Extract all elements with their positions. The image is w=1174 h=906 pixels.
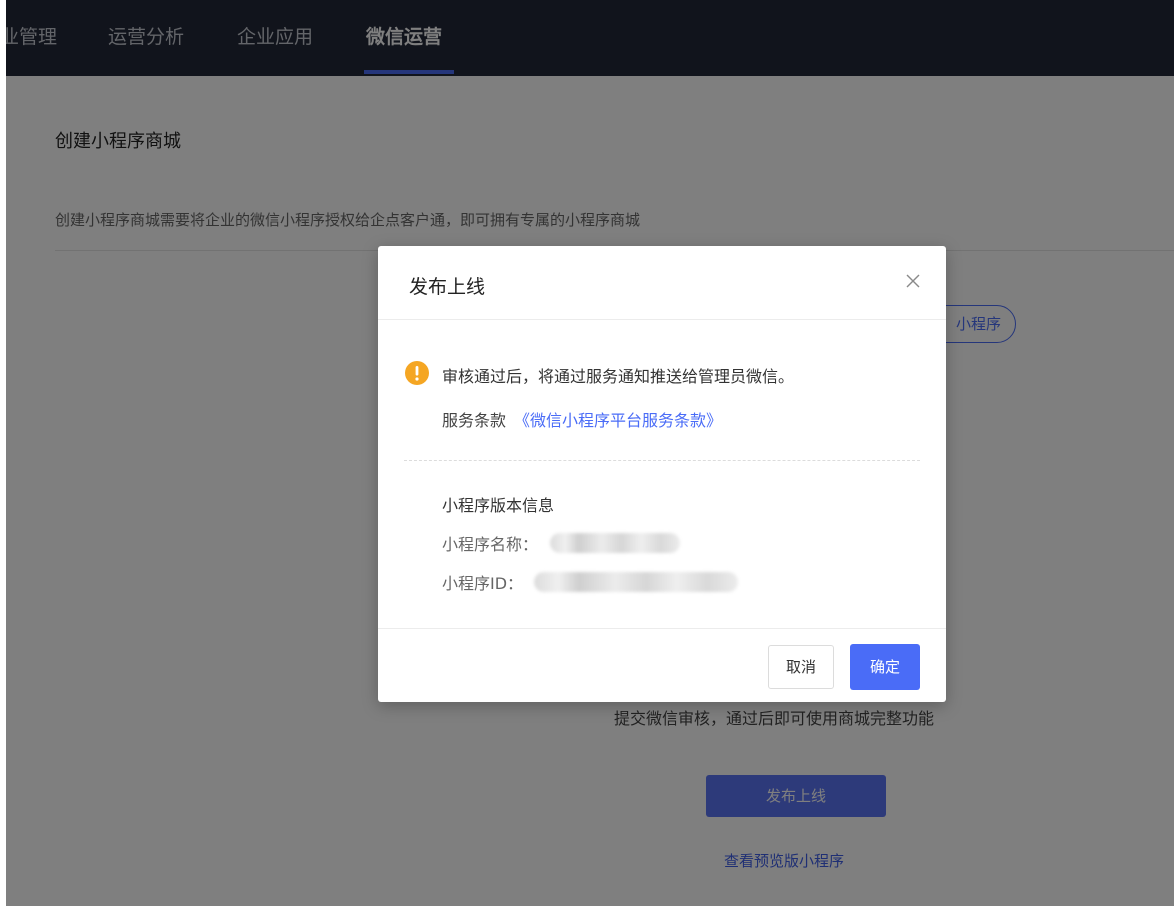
- mini-program-id-value-redacted: [534, 572, 738, 592]
- confirm-button[interactable]: 确定: [850, 644, 920, 690]
- warning-icon: [404, 360, 430, 386]
- mini-program-id-label: 小程序ID：: [442, 574, 524, 593]
- version-info-title: 小程序版本信息: [442, 496, 555, 515]
- mini-program-id-row: 小程序ID：: [442, 570, 523, 594]
- left-edge-strip: [0, 0, 6, 906]
- terms-label: 服务条款: [442, 411, 507, 430]
- notice-text: 审核通过后，将通过服务通知推送给管理员微信。: [442, 367, 795, 386]
- cancel-button[interactable]: 取消: [768, 645, 834, 689]
- terms-row: 服务条款 《微信小程序平台服务条款》: [442, 407, 722, 431]
- dialog-footer: 取消 确定: [378, 628, 946, 702]
- page: 业管理 运营分析 企业应用 微信运营 创建小程序商城 创建小程序商城需要将企业的…: [0, 0, 1174, 906]
- mini-program-name-label: 小程序名称：: [442, 535, 539, 554]
- mini-program-name-row: 小程序名称：: [442, 531, 538, 555]
- terms-link[interactable]: 《微信小程序平台服务条款》: [514, 411, 722, 430]
- publish-dialog: 发布上线 审核通过后，将通过服务通知推送给管理员微信。 服务条款 《微信小程序平台…: [378, 246, 946, 702]
- dialog-header: 发布上线: [378, 246, 946, 320]
- dialog-title: 发布上线: [409, 276, 486, 298]
- mini-program-name-value-redacted: [550, 533, 680, 553]
- dashed-divider: [404, 460, 920, 461]
- close-icon[interactable]: [902, 270, 924, 292]
